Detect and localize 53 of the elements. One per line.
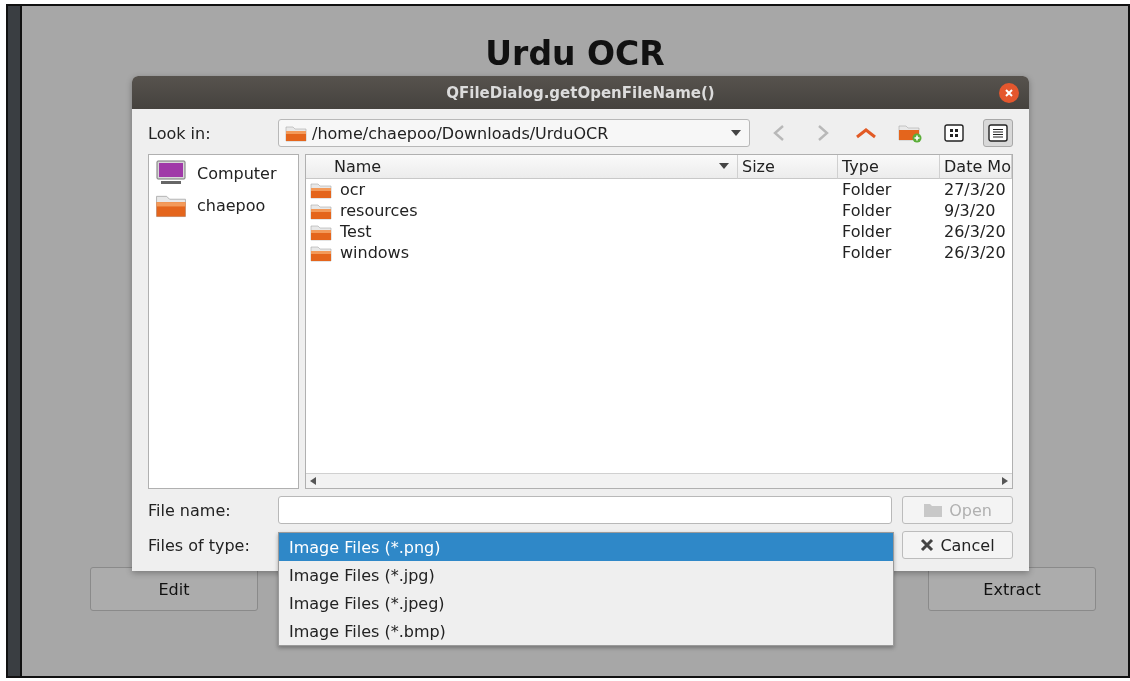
folder-icon: [923, 502, 944, 518]
up-icon: [855, 127, 878, 139]
sort-caret-icon: [719, 163, 729, 169]
look-in-dropdown[interactable]: /home/chaepoo/Downloads/UrduOCR: [278, 119, 750, 147]
column-header[interactable]: Date Mo: [940, 155, 1012, 179]
close-icon: [1004, 88, 1014, 98]
path-text: /home/chaepoo/Downloads/UrduOCR: [312, 123, 610, 143]
menu-option[interactable]: Image Files (*.jpg): [279, 561, 893, 589]
place-item[interactable]: Computer: [197, 163, 277, 183]
column-header[interactable]: Type: [838, 155, 940, 179]
cancel-button[interactable]: Cancel: [902, 531, 1013, 559]
computer-icon: [155, 160, 187, 186]
file-name-field[interactable]: [278, 496, 892, 524]
app-title: Urdu OCR: [485, 34, 665, 73]
file-date: 26/3/20: [944, 222, 1006, 241]
file-type-label: Files of type:: [148, 535, 251, 555]
file-name[interactable]: ocr: [340, 180, 366, 199]
caret-icon: [730, 130, 741, 136]
file-name[interactable]: windows: [340, 243, 410, 262]
app-button[interactable]: Edit: [90, 567, 258, 611]
folder-icon: [310, 222, 332, 241]
file-date: 9/3/20: [944, 201, 996, 220]
icon-view-icon: [944, 124, 965, 142]
place-item[interactable]: chaepoo: [197, 195, 266, 215]
folder-icon: [285, 124, 307, 142]
file-type: Folder: [842, 201, 892, 220]
detail-view-icon: [988, 124, 1009, 142]
new-folder-icon: [898, 123, 923, 143]
file-type: Folder: [842, 243, 892, 262]
menu-option[interactable]: Image Files (*.jpeg): [279, 589, 893, 617]
column-header[interactable]: Name: [306, 155, 738, 179]
file-type: Folder: [842, 222, 892, 241]
file-name-label: File name:: [148, 500, 232, 520]
file-name[interactable]: resources: [340, 201, 418, 220]
column-header[interactable]: Size: [738, 155, 838, 179]
horizontal-scrollbar[interactable]: [306, 473, 1012, 488]
app-button[interactable]: Extract: [928, 567, 1096, 611]
menu-option[interactable]: Image Files (*.bmp): [279, 617, 893, 645]
toolbar-button[interactable]: [983, 119, 1013, 147]
folder-icon: [310, 180, 332, 199]
folder-icon: [310, 243, 332, 262]
menu-option[interactable]: Image Files (*.png): [279, 533, 893, 561]
close-icon: [920, 538, 935, 552]
close-button[interactable]: [999, 83, 1019, 103]
look-in-label: Look in:: [148, 123, 212, 143]
file-date: 26/3/20: [944, 243, 1006, 262]
window-title: QFileDialog.getOpenFileName(): [446, 83, 715, 102]
file-date: 27/3/20: [944, 180, 1006, 199]
folder-icon: [310, 201, 332, 220]
scroll-right-icon: [1002, 477, 1008, 485]
scroll-left-icon: [310, 477, 316, 485]
file-type: Folder: [842, 180, 892, 199]
file-name[interactable]: Test: [340, 222, 372, 241]
